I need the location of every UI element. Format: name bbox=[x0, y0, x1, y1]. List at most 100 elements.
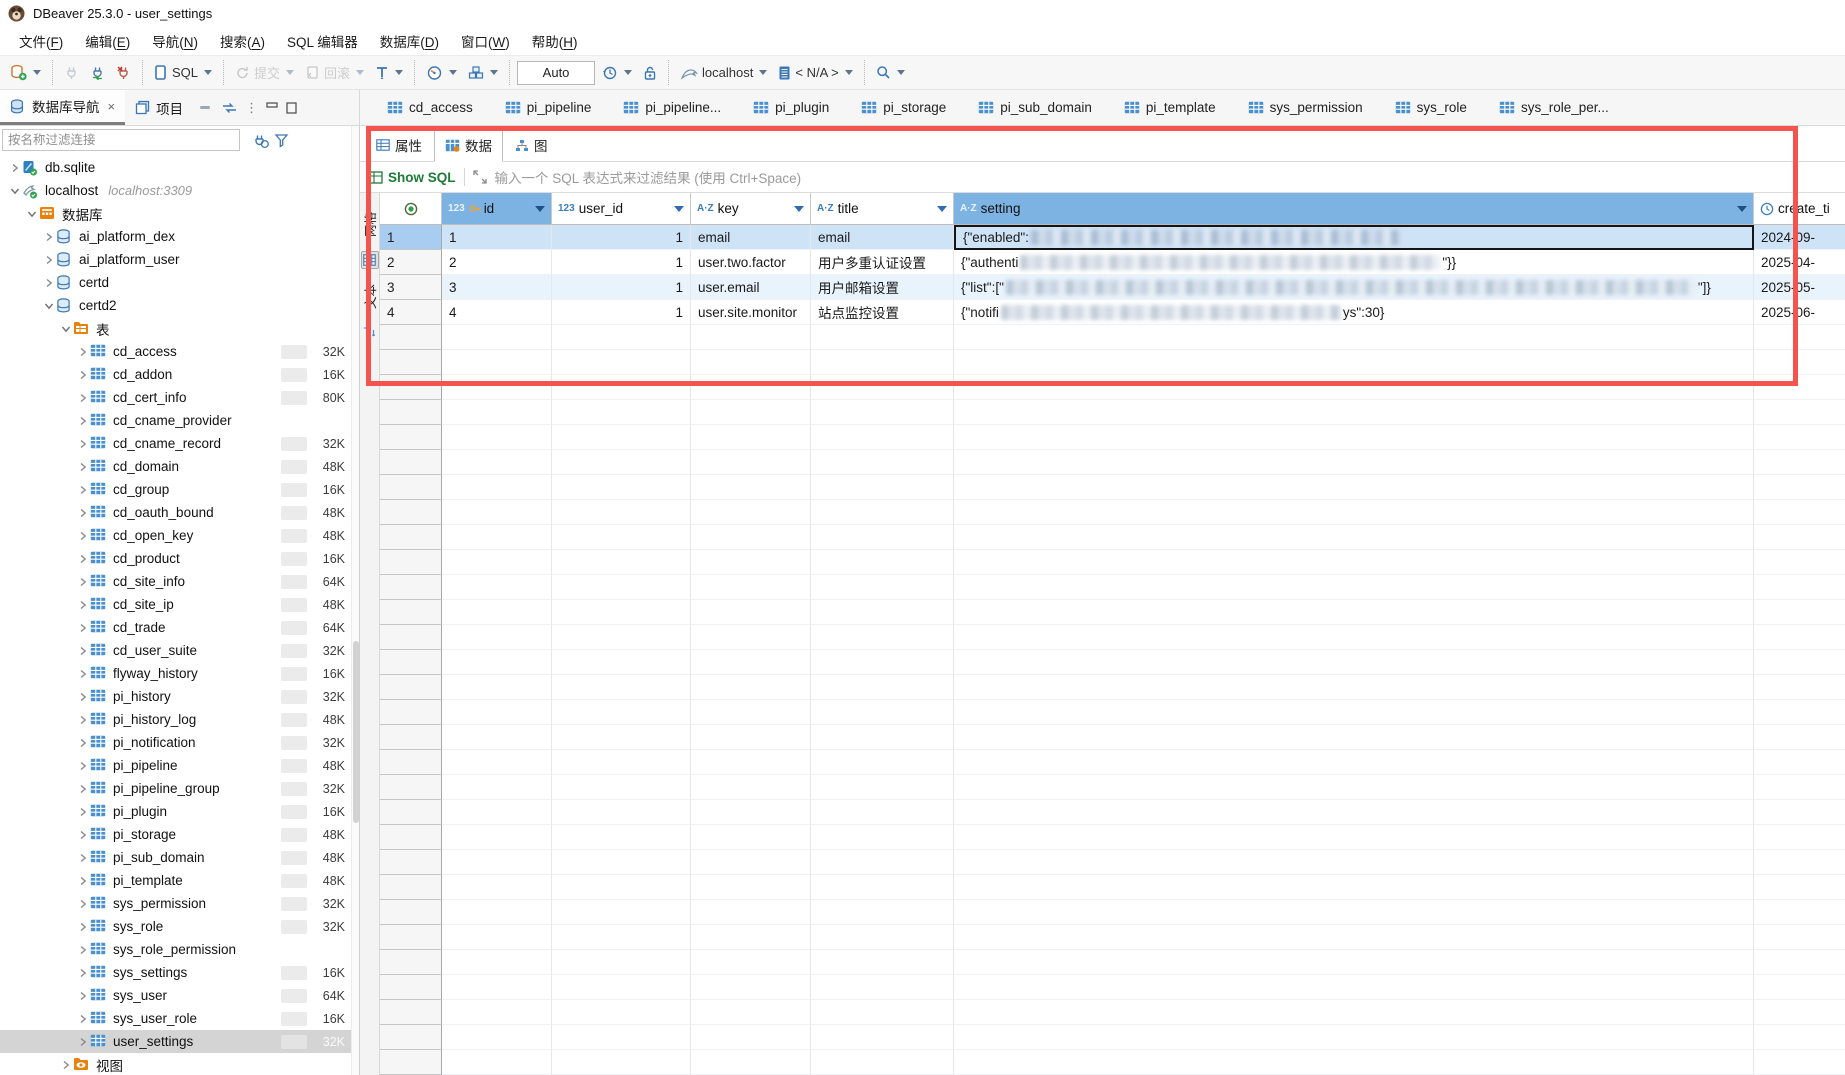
tree-item-sys_permission[interactable]: sys_permission32K bbox=[0, 892, 351, 915]
tree-item-pi_history_log[interactable]: pi_history_log48K bbox=[0, 708, 351, 731]
menu-item-5[interactable]: 数据库(D) bbox=[369, 27, 450, 55]
cell-id[interactable]: 1 bbox=[442, 225, 552, 250]
cell-id[interactable]: 4 bbox=[442, 300, 552, 325]
cell-user-id[interactable]: 1 bbox=[552, 300, 691, 325]
tree-item-db.sqlite[interactable]: db.sqlite bbox=[0, 156, 351, 179]
cell-title[interactable]: 用户邮箱设置 bbox=[811, 275, 954, 300]
search-button[interactable] bbox=[872, 62, 909, 83]
show-connected-icon[interactable] bbox=[252, 132, 270, 149]
tree-item-flyway_history[interactable]: flyway_history16K bbox=[0, 662, 351, 685]
chevron-right-icon[interactable] bbox=[42, 278, 56, 288]
tree-item-数据库[interactable]: 数据库 bbox=[0, 202, 351, 225]
chevron-right-icon[interactable] bbox=[76, 554, 90, 564]
sql-editor-caret[interactable] bbox=[204, 70, 212, 75]
disconnect-button[interactable] bbox=[112, 62, 135, 83]
chevron-down-icon[interactable] bbox=[8, 187, 22, 195]
cell-setting[interactable]: {"enabled": bbox=[954, 225, 1754, 250]
tree-item-cd_open_key[interactable]: cd_open_key48K bbox=[0, 524, 351, 547]
menu-item-3[interactable]: 搜索(A) bbox=[209, 27, 276, 55]
menu-item-2[interactable]: 导航(N) bbox=[141, 27, 209, 55]
cell-setting[interactable]: {"notifiys":30} bbox=[954, 300, 1754, 325]
text-presentation-icon[interactable] bbox=[361, 323, 379, 341]
lock-button[interactable] bbox=[639, 62, 661, 84]
active-database-combo[interactable]: < N/A > bbox=[774, 62, 856, 84]
collapse-all-icon[interactable] bbox=[199, 103, 214, 112]
chevron-right-icon[interactable] bbox=[76, 876, 90, 886]
editor-tab-pi_storage[interactable]: pi_storage bbox=[848, 100, 959, 115]
cell-key[interactable]: user.two.factor bbox=[691, 250, 811, 275]
show-sql-button[interactable]: Show SQL bbox=[368, 170, 456, 185]
menu-item-4[interactable]: SQL 编辑器 bbox=[276, 27, 369, 55]
chevron-right-icon[interactable] bbox=[76, 623, 90, 633]
menu-item-6[interactable]: 窗口(W) bbox=[450, 27, 521, 55]
tree-item-cd_site_info[interactable]: cd_site_info64K bbox=[0, 570, 351, 593]
chevron-right-icon[interactable] bbox=[76, 393, 90, 403]
chevron-right-icon[interactable] bbox=[76, 784, 90, 794]
expand-filter-icon[interactable] bbox=[473, 170, 487, 184]
refresh-caret[interactable] bbox=[624, 70, 632, 75]
cell-key[interactable]: user.email bbox=[691, 275, 811, 300]
tree-item-certd[interactable]: certd bbox=[0, 271, 351, 294]
tree-item-cd_cname_provider[interactable]: cd_cname_provider bbox=[0, 409, 351, 432]
editor-tab-sys_permission[interactable]: sys_permission bbox=[1235, 100, 1376, 115]
chevron-down-icon[interactable] bbox=[25, 210, 39, 218]
filter-expression-input[interactable]: 输入一个 SQL 表达式来过滤结果 (使用 Ctrl+Space) bbox=[495, 167, 802, 187]
transaction-mode-caret[interactable] bbox=[395, 70, 403, 75]
tree-item-表[interactable]: 表 bbox=[0, 317, 351, 340]
tasks-caret[interactable] bbox=[490, 70, 498, 75]
menu-item-0[interactable]: 文件(F) bbox=[8, 27, 74, 55]
cell-id[interactable]: 2 bbox=[442, 250, 552, 275]
tree-item-cd_access[interactable]: cd_access32K bbox=[0, 340, 351, 363]
commit-mode-input[interactable] bbox=[517, 61, 595, 85]
tree-item-视图[interactable]: 视图 bbox=[0, 1053, 351, 1075]
row-number[interactable]: 3 bbox=[380, 275, 442, 300]
grid-presentation-icon[interactable] bbox=[361, 251, 379, 269]
tree-item-cd_product[interactable]: cd_product16K bbox=[0, 547, 351, 570]
sql-editor-button[interactable]: SQL bbox=[150, 62, 216, 84]
tree-item-sys_user[interactable]: sys_user64K bbox=[0, 984, 351, 1007]
tree-item-sys_role[interactable]: sys_role32K bbox=[0, 915, 351, 938]
tree-item-cd_oauth_bound[interactable]: cd_oauth_bound48K bbox=[0, 501, 351, 524]
new-connection-button[interactable] bbox=[6, 61, 45, 84]
chevron-right-icon[interactable] bbox=[76, 692, 90, 702]
chevron-right-icon[interactable] bbox=[76, 991, 90, 1001]
chevron-right-icon[interactable] bbox=[76, 899, 90, 909]
active-connection-combo[interactable]: localhost bbox=[676, 62, 771, 83]
chevron-down-icon[interactable] bbox=[42, 302, 56, 310]
new-connection-caret[interactable] bbox=[33, 70, 41, 75]
editor-tab-pi_plugin[interactable]: pi_plugin bbox=[740, 100, 842, 115]
chevron-right-icon[interactable] bbox=[76, 347, 90, 357]
refresh-button[interactable] bbox=[598, 62, 636, 84]
maximize-icon[interactable] bbox=[286, 102, 297, 114]
chevron-right-icon[interactable] bbox=[76, 508, 90, 518]
column-filter-caret[interactable] bbox=[674, 206, 684, 212]
row-number[interactable]: 2 bbox=[380, 250, 442, 275]
presentation-grid-label[interactable]: 网格 bbox=[362, 207, 378, 241]
tree-item-sys_user_role[interactable]: sys_user_role16K bbox=[0, 1007, 351, 1030]
tree-item-sys_settings[interactable]: sys_settings16K bbox=[0, 961, 351, 984]
editor-tab-cd_access[interactable]: cd_access bbox=[374, 100, 486, 115]
cell-user-id[interactable]: 1 bbox=[552, 225, 691, 250]
cell-title[interactable]: 用户多重认证设置 bbox=[811, 250, 954, 275]
tree-item-pi_history[interactable]: pi_history32K bbox=[0, 685, 351, 708]
row-selector-header[interactable] bbox=[380, 193, 442, 224]
search-caret[interactable] bbox=[897, 70, 905, 75]
tree-item-cd_domain[interactable]: cd_domain48K bbox=[0, 455, 351, 478]
column-filter-caret[interactable] bbox=[794, 206, 804, 212]
cell-user-id[interactable]: 1 bbox=[552, 250, 691, 275]
tree-item-pi_notification[interactable]: pi_notification32K bbox=[0, 731, 351, 754]
column-filter-caret[interactable] bbox=[1737, 206, 1747, 212]
tree-item-localhost[interactable]: localhostlocalhost:3309 bbox=[0, 179, 351, 202]
column-header-title[interactable]: A·Ztitle bbox=[811, 193, 954, 224]
cell-title[interactable]: email bbox=[811, 225, 954, 250]
chevron-right-icon[interactable] bbox=[76, 830, 90, 840]
connection-filter-input[interactable] bbox=[2, 129, 240, 151]
column-header-key[interactable]: A·Zkey bbox=[691, 193, 811, 224]
performance-caret[interactable] bbox=[449, 70, 457, 75]
chevron-right-icon[interactable] bbox=[59, 1060, 73, 1070]
connect-button[interactable] bbox=[60, 62, 83, 83]
tree-item-pi_sub_domain[interactable]: pi_sub_domain48K bbox=[0, 846, 351, 869]
tasks-button[interactable] bbox=[464, 62, 502, 83]
column-header-user_id[interactable]: 123user_id bbox=[552, 193, 691, 224]
tree-item-cd_group[interactable]: cd_group16K bbox=[0, 478, 351, 501]
